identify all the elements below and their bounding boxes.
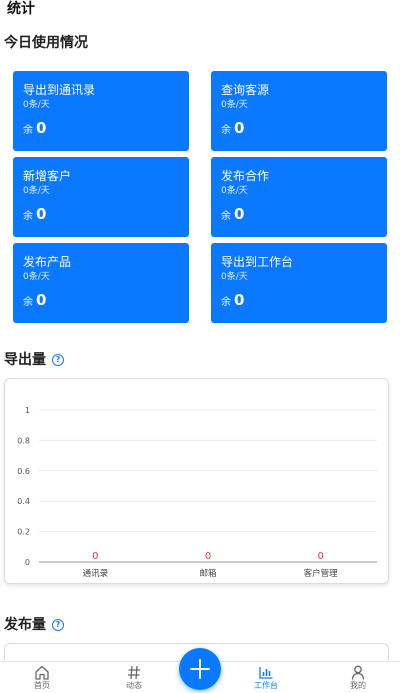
card-name: 导出到通讯录 — [23, 83, 96, 97]
card-add-customer[interactable]: 新增客户 0条/天 余0 — [13, 157, 189, 237]
remain-value: 0 — [234, 291, 245, 309]
home-icon — [35, 665, 49, 680]
add-button[interactable] — [179, 648, 221, 690]
tab-label: 首页 — [34, 681, 50, 690]
tab-profile[interactable]: 我的 — [328, 664, 388, 691]
tab-workbench[interactable]: 工作台 — [236, 664, 296, 691]
card-query-leads[interactable]: 查询客源 0条/天 余0 — [211, 71, 387, 151]
remain-value: 0 — [234, 205, 245, 223]
card-limit: 0条/天 — [221, 186, 248, 196]
tab-label: 动态 — [126, 681, 142, 690]
remain-value: 0 — [234, 119, 245, 137]
publish-volume-label: 发布量 — [4, 617, 46, 633]
today-usage-title: 今日使用情况 — [4, 35, 88, 51]
y-tick-label: 0 — [25, 558, 30, 567]
y-tick-label: 0.8 — [17, 436, 30, 445]
tab-label: 我的 — [350, 681, 366, 690]
remain-value: 0 — [36, 119, 47, 137]
card-name: 发布合作 — [221, 169, 270, 183]
x-tick-label: 邮箱 — [199, 568, 217, 579]
card-export-workbench[interactable]: 导出到工作台 0条/天 余0 — [211, 243, 387, 323]
export-volume-label: 导出量 — [4, 352, 46, 368]
y-tick-label: 0.4 — [17, 497, 30, 506]
y-tick-label: 1 — [25, 406, 30, 415]
tab-label: 工作台 — [254, 681, 278, 690]
user-icon — [351, 665, 365, 680]
remain-label: 余 — [23, 297, 33, 308]
card-export-contacts[interactable]: 导出到通讯录 0条/天 余0 — [13, 71, 189, 151]
remain-value: 0 — [36, 291, 47, 309]
tab-home[interactable]: 首页 — [12, 664, 72, 691]
card-name: 发布产品 — [23, 255, 72, 269]
remain-label: 余 — [23, 125, 33, 136]
x-tick-label: 通讯录 — [83, 568, 109, 579]
bar-chart-icon — [259, 667, 273, 679]
card-limit: 0条/天 — [221, 100, 248, 110]
x-tick-label: 客户管理 — [304, 568, 339, 579]
export-volume-title: 导出量 ? — [4, 351, 64, 369]
y-tick-label: 0.6 — [17, 467, 30, 476]
remain-value: 0 — [36, 205, 47, 223]
question-circle-icon[interactable]: ? — [52, 354, 64, 366]
remain-label: 余 — [221, 297, 231, 308]
card-limit: 0条/天 — [221, 272, 248, 282]
export-chart: 0 0.2 0.4 0.6 0.8 1 0 通讯录 0 邮箱 0 客户管理 — [4, 378, 389, 584]
bar-data-label: 0 — [205, 551, 211, 562]
bar-data-label: 0 — [92, 551, 98, 562]
card-name: 查询客源 — [221, 83, 270, 97]
y-tick-label: 0.2 — [17, 528, 30, 537]
bar-data-label: 0 — [317, 551, 323, 562]
plus-icon — [190, 659, 210, 679]
card-publish-product[interactable]: 发布产品 0条/天 余0 — [13, 243, 189, 323]
card-publish-cooperation[interactable]: 发布合作 0条/天 余0 — [211, 157, 387, 237]
tab-feed[interactable]: 动态 — [104, 664, 164, 691]
page-title: 统计 — [7, 1, 35, 17]
remain-label: 余 — [221, 211, 231, 222]
question-circle-icon[interactable]: ? — [52, 619, 64, 631]
card-limit: 0条/天 — [23, 272, 50, 282]
card-limit: 0条/天 — [23, 186, 50, 196]
export-chart-svg: 0 0.2 0.4 0.6 0.8 1 0 通讯录 0 邮箱 0 客户管理 — [17, 406, 377, 579]
remain-label: 余 — [23, 211, 33, 222]
hash-icon — [128, 665, 140, 680]
card-name: 新增客户 — [23, 169, 72, 183]
card-name: 导出到工作台 — [221, 255, 294, 269]
publish-volume-title: 发布量 ? — [4, 616, 64, 634]
remain-label: 余 — [221, 125, 231, 136]
card-limit: 0条/天 — [23, 100, 50, 110]
